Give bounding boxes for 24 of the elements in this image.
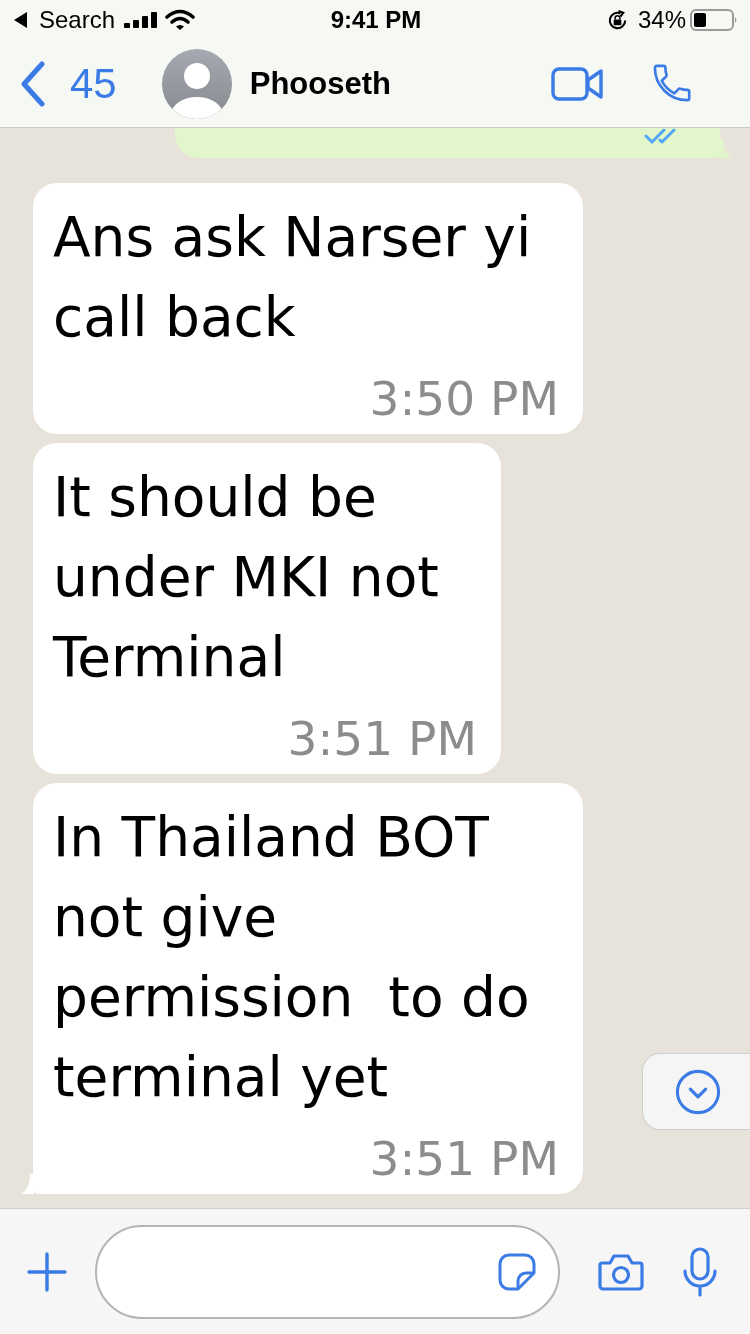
chevron-down-circle-icon xyxy=(675,1068,721,1115)
contact-name[interactable]: Phooseth xyxy=(249,65,391,102)
battery-icon xyxy=(690,9,738,31)
back-to-app-link[interactable]: Search xyxy=(39,6,116,34)
camera-icon[interactable] xyxy=(598,1252,644,1291)
scroll-down-button[interactable] xyxy=(642,1053,750,1130)
status-time: 9:41 PM xyxy=(330,6,422,34)
message-text: Ans ask Narser yi call back xyxy=(53,204,533,351)
message-time: 3:51 PM xyxy=(369,1134,559,1184)
wifi-icon xyxy=(165,9,196,31)
signal-icon xyxy=(124,12,158,28)
message-text: In Thailand BOT not give permission to do terminal yet xyxy=(53,804,531,1111)
microphone-icon[interactable] xyxy=(682,1246,718,1297)
message-text: It should be under MKI not Terminal xyxy=(53,464,440,691)
back-chevron-icon[interactable] xyxy=(20,60,46,107)
message-time: 3:51 PM xyxy=(287,714,477,764)
message-time: 3:50 PM xyxy=(369,374,559,424)
sticker-icon[interactable] xyxy=(498,1252,536,1291)
battery-percent: 34% xyxy=(637,6,686,34)
plus-icon[interactable] xyxy=(27,1251,67,1292)
back-count[interactable]: 45 xyxy=(70,59,117,108)
back-triangle-icon[interactable] xyxy=(14,12,27,28)
video-call-icon[interactable] xyxy=(551,65,603,102)
avatar-icon[interactable] xyxy=(161,48,232,119)
